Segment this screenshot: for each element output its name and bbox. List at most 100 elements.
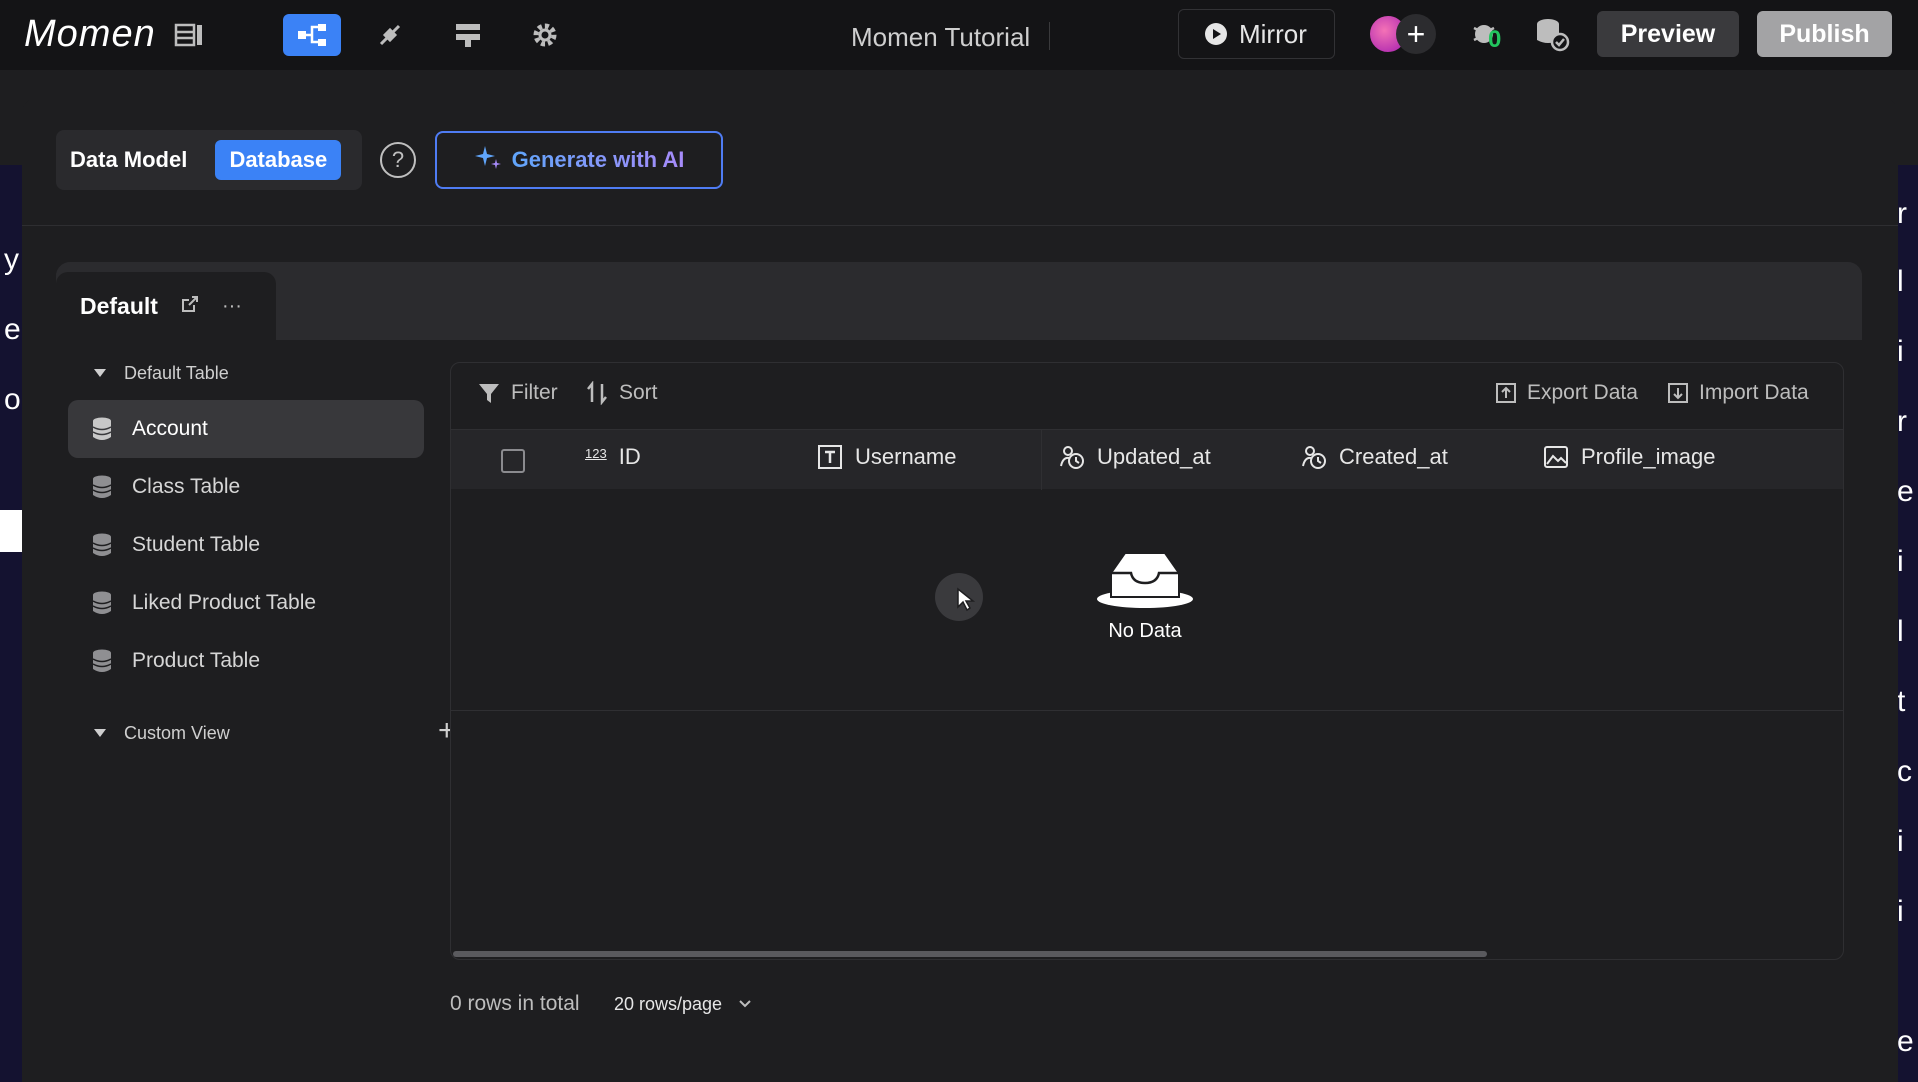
select-all-checkbox[interactable] [501,449,525,473]
database-icon [92,591,112,614]
mouse-pointer-icon [957,587,976,612]
sidebar-item-label: Product Table [132,649,261,672]
settings-icon[interactable] [516,14,574,56]
tab-bar: Default ··· [56,262,1862,340]
custom-view-group[interactable]: Custom View [94,718,424,748]
page-size-value: 20 rows/page [614,993,723,1014]
caret-down-icon [94,369,106,377]
datetime-icon [1302,446,1326,469]
column-label: Created_at [1339,444,1448,469]
divider [1049,22,1050,50]
text-type-icon [818,445,842,469]
mirror-button[interactable]: Mirror [1178,9,1335,59]
rows-total: 0 rows in total [450,992,580,1015]
column-header-id[interactable]: 123 ID [585,444,641,470]
chevron-down-icon [739,1000,751,1008]
column-label: Updated_at [1097,444,1211,469]
project-title: Momen Tutorial [851,22,1031,52]
import-icon [1668,383,1688,403]
add-collaborator-button[interactable]: + [1396,14,1436,54]
tab-default[interactable]: Default ··· [56,272,276,340]
data-mode-switch: Data Model Database [56,130,362,190]
sidebar-item-label: Student Table [132,533,261,556]
sidebar-item-account[interactable]: Account [68,400,424,458]
sort-button[interactable]: Sort [585,381,658,405]
column-label: Username [855,444,957,469]
data-flow-icon[interactable] [283,14,341,56]
table-toolbar: Filter Sort Export Data Import Data [451,363,1843,429]
background-highlight [0,510,22,552]
table-footer: 0 rows in total 20 rows/page [450,984,751,1024]
import-data-button[interactable]: Import Data [1667,381,1809,405]
database-check-icon[interactable] [1534,16,1570,52]
sort-icon [587,381,607,405]
plugin-icon[interactable] [361,14,419,56]
empty-state: No Data [451,489,1843,711]
sidebar-item-label: Account [132,417,208,440]
import-label: Import Data [1699,381,1809,404]
empty-inbox-icon [1097,552,1193,608]
main-panel: Data Model Database ? Generate with AI D… [22,96,1898,1082]
image-icon [1544,446,1568,468]
export-label: Export Data [1527,381,1638,404]
no-data-text: No Data [1108,620,1182,642]
mirror-label: Mirror [1239,18,1307,49]
database-icon [92,649,112,672]
sidebar-item-student-table[interactable]: Student Table [68,516,424,574]
momen-logo[interactable]: Momen [24,10,156,58]
help-icon[interactable]: ? [380,142,416,178]
table-panel: Filter Sort Export Data Import Data 123 … [450,362,1844,960]
sidebar-item-product-table[interactable]: Product Table [68,632,424,690]
publish-button[interactable]: Publish [1757,11,1892,57]
database-icon [92,417,112,440]
filter-label: Filter [511,381,558,404]
column-header-profile-image[interactable]: Profile_image [1543,444,1716,470]
horizontal-scrollbar[interactable] [453,951,1487,957]
column-header-updated-at[interactable]: Updated_at [1059,444,1211,470]
caret-down-icon [94,729,106,737]
default-table-group[interactable]: Default Table [94,358,229,388]
background-page-right: r l i r e i l t c i i e [1897,165,1918,1082]
bug-icon[interactable]: 0 [1468,18,1508,54]
data-model-tab[interactable]: Data Model [70,147,187,173]
database-icon [92,475,112,498]
number-type-icon: 123 [585,445,607,461]
database-icon [92,533,112,556]
generate-with-ai-button[interactable]: Generate with AI [435,131,723,189]
data-header: Data Model Database ? Generate with AI [22,96,1898,226]
tab-label: Default [80,292,158,319]
column-header-username[interactable]: Username [817,444,956,470]
collaborators[interactable]: + [1368,12,1438,56]
column-header-created-at[interactable]: Created_at [1301,444,1448,470]
datetime-icon [1060,446,1084,469]
export-data-button[interactable]: Export Data [1495,381,1638,405]
sidebar-item-liked-product-table[interactable]: Liked Product Table [68,574,424,632]
column-label: ID [618,444,641,469]
group-label: Custom View [124,722,230,743]
sort-label: Sort [619,381,658,404]
table-header-row: 123 ID Username Updated_at Created_at Pr… [451,429,1843,490]
preview-button[interactable]: Preview [1597,11,1739,57]
layout-icon[interactable] [160,14,218,56]
logo-text: Momen [24,12,156,55]
background-page-left: y e o [0,165,22,1082]
top-bar: Momen Momen Tutorial Mirror + 0 Preview … [0,0,1918,70]
no-data-indicator: No Data [1095,547,1195,643]
actionflow-icon[interactable] [439,14,497,56]
play-icon [1205,23,1227,45]
more-options-button[interactable]: ··· [222,295,242,318]
database-tab[interactable]: Database [215,140,342,180]
filter-button[interactable]: Filter [477,381,558,405]
column-separator [1041,430,1042,490]
page-size-select[interactable]: 20 rows/page [614,984,752,1024]
column-label: Profile_image [1581,444,1716,469]
badge-count: 0 [1488,26,1502,53]
sidebar-item-label: Class Table [132,475,241,498]
body-area: Default Table Account Class Table Studen… [56,340,1862,1082]
sidebar-item-class-table[interactable]: Class Table [68,458,424,516]
sparkle-icon [474,143,502,177]
open-external-icon[interactable] [180,294,200,319]
group-label: Default Table [124,362,229,383]
table-sidebar: Default Table Account Class Table Studen… [56,340,456,1082]
export-icon [1496,383,1516,403]
